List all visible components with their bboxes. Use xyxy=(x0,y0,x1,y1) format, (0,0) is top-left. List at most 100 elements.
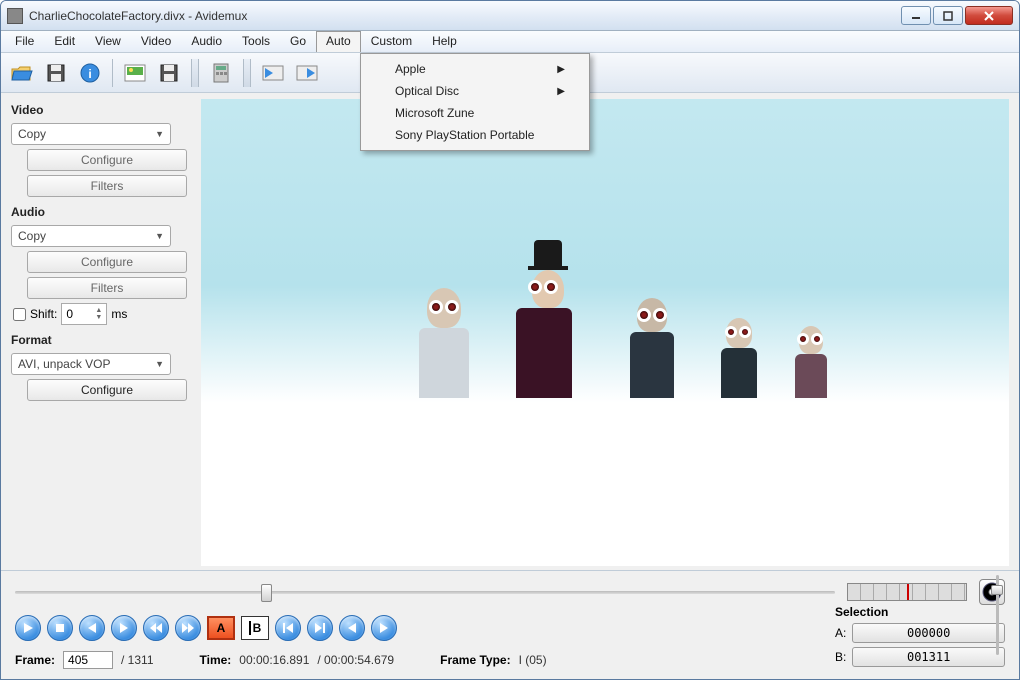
frame-label: Frame: xyxy=(15,653,55,667)
goto-end-button[interactable] xyxy=(307,615,333,641)
toolbar-grip xyxy=(191,59,199,87)
menu-custom[interactable]: Custom xyxy=(361,31,422,52)
selection-a-label: A: xyxy=(835,626,846,640)
app-icon xyxy=(7,8,23,24)
format-configure-button[interactable]: Configure xyxy=(27,379,187,401)
marker-b-label: B xyxy=(249,621,262,635)
menu-go[interactable]: Go xyxy=(280,31,316,52)
audio-codec-value: Copy xyxy=(18,229,46,243)
prev-keyframe-button[interactable] xyxy=(143,615,169,641)
auto-menu-apple[interactable]: Apple ▶ xyxy=(363,58,587,80)
preview-figure xyxy=(799,326,827,398)
vu-meter xyxy=(847,583,967,601)
shift-value: 0 xyxy=(66,307,73,321)
preview-figure xyxy=(637,298,674,398)
submenu-arrow-icon: ▶ xyxy=(557,64,565,75)
menu-view[interactable]: View xyxy=(85,31,131,52)
time-label: Time: xyxy=(200,653,232,667)
selection-a-button[interactable]: 000000 xyxy=(852,623,1005,643)
save-icon[interactable] xyxy=(41,58,71,88)
menu-edit[interactable]: Edit xyxy=(44,31,85,52)
set-marker-b-button[interactable]: B xyxy=(241,616,269,640)
shift-unit: ms xyxy=(111,307,127,321)
next-black-button[interactable] xyxy=(371,615,397,641)
spinner-up-icon[interactable]: ▲ xyxy=(95,307,102,314)
seek-handle[interactable] xyxy=(261,584,272,602)
stop-button[interactable] xyxy=(47,615,73,641)
save-image-icon[interactable] xyxy=(154,58,184,88)
audio-codec-combo[interactable]: Copy ▼ xyxy=(11,225,171,247)
submenu-arrow-icon: ▶ xyxy=(557,86,565,97)
seek-row xyxy=(15,579,1005,605)
toolbar-sep xyxy=(112,59,113,87)
menu-audio[interactable]: Audio xyxy=(181,31,232,52)
preview-figure xyxy=(427,288,469,398)
chevron-down-icon: ▼ xyxy=(155,129,164,139)
play-button[interactable] xyxy=(15,615,41,641)
menubar: File Edit View Video Audio Tools Go Auto… xyxy=(1,31,1019,53)
preview-figure xyxy=(524,240,572,398)
spinner-down-icon[interactable]: ▼ xyxy=(95,314,102,321)
audio-section-label: Audio xyxy=(11,205,191,219)
close-button[interactable] xyxy=(965,6,1013,25)
prev-frame-button[interactable] xyxy=(79,615,105,641)
calculator-icon[interactable] xyxy=(206,58,236,88)
menu-item-label: Sony PlayStation Portable xyxy=(395,128,534,142)
video-configure-button[interactable]: Configure xyxy=(27,149,187,171)
seek-slider[interactable] xyxy=(15,583,835,601)
format-combo[interactable]: AVI, unpack VOP▼ xyxy=(11,353,171,375)
volume-handle[interactable] xyxy=(991,585,1003,595)
menu-auto[interactable]: Auto xyxy=(316,31,361,52)
set-marker-a-button[interactable]: A xyxy=(207,616,235,640)
shift-checkbox[interactable] xyxy=(13,308,26,321)
menu-item-label: Microsoft Zune xyxy=(395,106,474,120)
menu-item-label: Optical Disc xyxy=(395,84,459,98)
maximize-button[interactable] xyxy=(933,6,963,25)
time-total: / 00:00:54.679 xyxy=(317,653,394,667)
marker-a-label: A xyxy=(217,621,226,635)
info-icon[interactable]: i xyxy=(75,58,105,88)
sidebar: Video Copy ▼ Configure Filters Audio Copy… xyxy=(11,99,191,566)
video-codec-value: Copy xyxy=(18,127,46,141)
image-icon[interactable] xyxy=(120,58,150,88)
video-codec-combo[interactable]: Copy ▼ xyxy=(11,123,171,145)
chevron-down-icon: ▼ xyxy=(155,359,164,369)
frametype-label: Frame Type: xyxy=(440,653,510,667)
prev-black-button[interactable] xyxy=(339,615,365,641)
minimize-button[interactable] xyxy=(901,6,931,25)
titlebar: CharlieChocolateFactory.divx - Avidemux xyxy=(1,1,1019,31)
goto-start-button[interactable] xyxy=(275,615,301,641)
shift-label: Shift: xyxy=(30,307,57,321)
menu-item-label: Apple xyxy=(395,62,426,76)
menu-video[interactable]: Video xyxy=(131,31,181,52)
open-file-icon[interactable] xyxy=(7,58,37,88)
selection-b-button[interactable]: 001311 xyxy=(852,647,1005,667)
next-keyframe-button[interactable] xyxy=(175,615,201,641)
selection-b-label: B: xyxy=(835,650,846,664)
auto-menu-psp[interactable]: Sony PlayStation Portable xyxy=(363,124,587,146)
frametype-value: I (05) xyxy=(519,653,547,667)
chevron-down-icon: ▼ xyxy=(155,231,164,241)
selection-title: Selection xyxy=(835,605,1005,619)
frame-input[interactable] xyxy=(63,651,113,669)
next-frame-button[interactable] xyxy=(111,615,137,641)
content-area: Video Copy ▼ Configure Filters Audio Copy… xyxy=(1,93,1019,570)
frame-total: / 1311 xyxy=(121,653,153,667)
audio-filters-button[interactable]: Filters xyxy=(27,277,187,299)
menu-tools[interactable]: Tools xyxy=(232,31,280,52)
auto-menu-optical-disc[interactable]: Optical Disc ▶ xyxy=(363,80,587,102)
menu-file[interactable]: File xyxy=(5,31,44,52)
audio-shift-row: Shift: 0 ▲▼ ms xyxy=(13,303,191,325)
video-filters-button[interactable]: Filters xyxy=(27,175,187,197)
auto-dropdown: Apple ▶ Optical Disc ▶ Microsoft Zune Sony… xyxy=(360,53,590,151)
svg-text:i: i xyxy=(88,67,91,81)
video-section-label: Video xyxy=(11,103,191,117)
auto-menu-zune[interactable]: Microsoft Zune xyxy=(363,102,587,124)
menu-help[interactable]: Help xyxy=(422,31,467,52)
marker-a-icon[interactable] xyxy=(258,58,288,88)
shift-spinner[interactable]: 0 ▲▼ xyxy=(61,303,107,325)
marker-b-icon[interactable] xyxy=(292,58,322,88)
toolbar-grip2 xyxy=(243,59,251,87)
volume-slider[interactable] xyxy=(991,575,1003,655)
audio-configure-button[interactable]: Configure xyxy=(27,251,187,273)
